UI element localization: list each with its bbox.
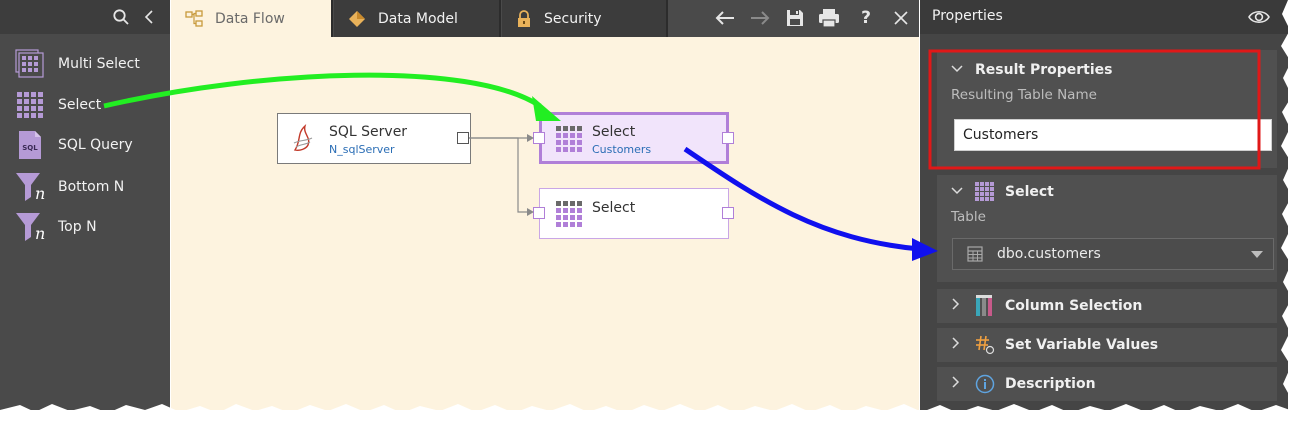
select-customers-output-port[interactable] xyxy=(722,132,734,144)
tab-data-flow[interactable]: Data Flow xyxy=(171,0,333,37)
select-grid-icon xyxy=(14,89,46,121)
table-icon xyxy=(967,246,983,262)
multi-select-icon xyxy=(14,48,46,80)
table-label: Table xyxy=(951,209,986,225)
tab-bar: Data Flow Data Model Security ? xyxy=(171,0,919,37)
info-icon xyxy=(975,374,995,394)
tool-bottom-n[interactable]: n Bottom N xyxy=(0,169,170,205)
tab-label: Data Model xyxy=(378,10,458,27)
chevron-right-icon xyxy=(951,337,965,353)
sql-query-icon: SQL xyxy=(14,129,46,161)
properties-panel: Properties Result Properties Resulting T… xyxy=(920,0,1288,410)
data-model-icon xyxy=(348,10,366,28)
column-selection-section[interactable]: Column Selection xyxy=(937,289,1277,323)
select-grid-icon xyxy=(555,125,583,157)
select-grid-icon xyxy=(975,182,995,202)
select-empty-input-port[interactable] xyxy=(533,207,545,219)
node-subtitle: N_sqlServer xyxy=(329,143,395,156)
chevron-down-icon xyxy=(951,63,965,78)
select-section-header[interactable]: Select xyxy=(951,182,1054,202)
search-icon[interactable] xyxy=(112,8,130,26)
section-title: Column Selection xyxy=(1005,298,1143,314)
table-dropdown-value: dbo.customers xyxy=(997,246,1101,262)
properties-title: Properties xyxy=(932,8,1003,24)
section-title: Description xyxy=(1005,376,1096,392)
data-flow-icon xyxy=(185,9,203,28)
section-title: Select xyxy=(1005,184,1054,200)
select-grid-icon xyxy=(555,200,583,232)
tool-label: SQL Query xyxy=(58,137,133,153)
tool-label: Select xyxy=(58,97,102,113)
properties-header: Properties xyxy=(920,0,1288,34)
funnel-letter: n xyxy=(35,184,46,203)
top-n-funnel-icon: n xyxy=(14,211,46,243)
tool-sql-query[interactable]: SQL SQL Query xyxy=(0,127,170,163)
node-title: SQL Server xyxy=(329,124,408,140)
set-variable-values-section[interactable]: Set Variable Values xyxy=(937,328,1277,362)
tool-multi-select[interactable]: Multi Select xyxy=(0,46,170,82)
tab-label: Data Flow xyxy=(215,10,285,27)
node-sql-server[interactable]: SQL Server N_sqlServer xyxy=(277,113,471,164)
chevron-right-icon xyxy=(951,376,965,392)
description-section[interactable]: Description xyxy=(937,367,1277,401)
redo-arrow-icon[interactable] xyxy=(747,6,773,30)
result-properties-section: Result Properties Resulting Table Name C… xyxy=(937,50,1277,168)
section-title: Set Variable Values xyxy=(1005,337,1159,353)
help-button[interactable]: ? xyxy=(853,6,879,30)
resulting-table-name-label: Resulting Table Name xyxy=(951,87,1097,103)
column-selection-icon xyxy=(975,295,995,317)
select-empty-output-port[interactable] xyxy=(722,207,734,219)
funnel-letter: n xyxy=(35,224,46,243)
node-select-customers[interactable]: Select Customers xyxy=(539,112,729,164)
close-icon[interactable] xyxy=(888,6,914,30)
undo-arrow-icon[interactable] xyxy=(712,6,738,30)
tab-label: Security xyxy=(544,10,602,27)
tool-top-n[interactable]: n Top N xyxy=(0,209,170,245)
select-customers-input-port[interactable] xyxy=(533,132,545,144)
node-subtitle: Customers xyxy=(592,143,652,156)
tool-panel-header xyxy=(0,0,170,34)
eye-icon[interactable] xyxy=(1248,8,1270,30)
section-title: Result Properties xyxy=(975,62,1113,78)
tool-panel: Multi Select Select SQL SQL Query n Bott… xyxy=(0,0,170,410)
tool-label: Bottom N xyxy=(58,179,125,195)
node-title: Select xyxy=(592,200,636,216)
node-title: Select xyxy=(592,124,636,140)
chevron-right-icon xyxy=(951,298,965,314)
table-dropdown[interactable]: dbo.customers xyxy=(952,238,1274,270)
sql-server-output-port[interactable] xyxy=(457,132,469,144)
sql-server-icon xyxy=(291,123,315,157)
chevron-down-icon xyxy=(951,185,965,200)
tool-label: Top N xyxy=(58,219,97,235)
variable-hash-icon xyxy=(975,335,995,355)
tool-select[interactable]: Select xyxy=(0,87,170,123)
screenshot-frame: Multi Select Select SQL SQL Query n Bott… xyxy=(0,0,1313,443)
select-section: Select Table dbo.customers xyxy=(937,175,1277,282)
resulting-table-name-input[interactable]: Customers xyxy=(954,119,1272,151)
print-icon[interactable] xyxy=(816,6,842,30)
dropdown-caret-icon xyxy=(1251,251,1263,259)
sql-icon-text: SQL xyxy=(22,144,38,152)
bottom-n-funnel-icon: n xyxy=(14,171,46,203)
tool-label: Multi Select xyxy=(58,56,140,72)
node-select-empty[interactable]: Select xyxy=(539,188,729,239)
tab-security[interactable]: Security xyxy=(502,0,668,37)
collapse-panel-icon[interactable] xyxy=(142,8,156,26)
tab-data-model[interactable]: Data Model xyxy=(334,0,501,37)
result-properties-header[interactable]: Result Properties xyxy=(951,62,1112,78)
lock-icon xyxy=(516,9,532,28)
save-icon[interactable] xyxy=(782,6,808,30)
